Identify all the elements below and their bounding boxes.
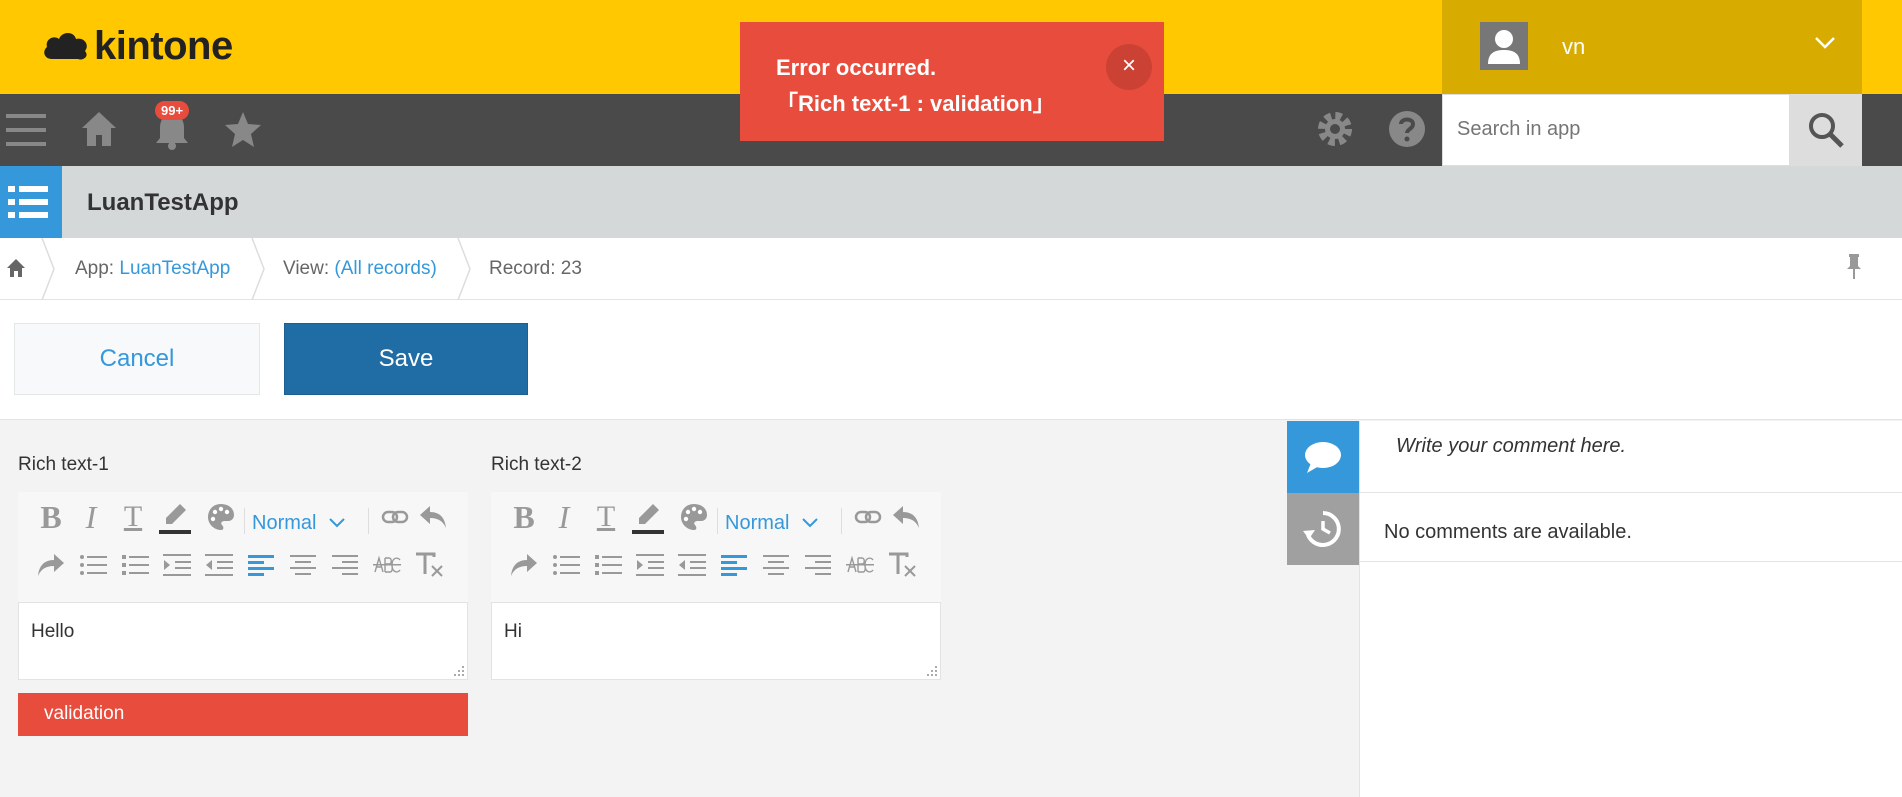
align-center-icon[interactable] bbox=[286, 548, 320, 582]
bold-icon[interactable]: B bbox=[34, 499, 68, 535]
resize-handle-icon[interactable] bbox=[926, 665, 938, 677]
undo-icon[interactable] bbox=[416, 500, 450, 534]
outdent-icon[interactable] bbox=[202, 548, 236, 582]
divider bbox=[1360, 561, 1902, 562]
undo-icon[interactable] bbox=[889, 500, 923, 534]
outdent-icon[interactable] bbox=[675, 548, 709, 582]
chevron-down-icon bbox=[802, 518, 818, 528]
resize-handle-icon[interactable] bbox=[453, 665, 465, 677]
notification-badge: 99+ bbox=[155, 101, 190, 120]
rich-text-2-value: Hi bbox=[504, 621, 522, 642]
bold-icon[interactable]: B bbox=[507, 499, 541, 535]
pin-icon[interactable] bbox=[1846, 254, 1862, 280]
breadcrumb-view: View: (All records) bbox=[283, 258, 437, 279]
comment-input[interactable]: Write your comment here. bbox=[1360, 421, 1902, 493]
chevron-down-icon bbox=[329, 518, 345, 528]
error-notification: Error occurred. 「Rich text-1 : validatio… bbox=[740, 22, 1164, 141]
numbered-list-icon[interactable] bbox=[591, 548, 625, 582]
redo-icon[interactable] bbox=[34, 548, 68, 582]
breadcrumb-home-icon[interactable] bbox=[6, 258, 26, 278]
strikethrough-icon[interactable] bbox=[370, 548, 404, 582]
history-icon bbox=[1303, 511, 1341, 547]
breadcrumb-view-link[interactable]: (All records) bbox=[334, 258, 436, 279]
align-left-icon[interactable] bbox=[717, 548, 751, 582]
search-icon bbox=[1809, 113, 1844, 148]
align-right-icon[interactable] bbox=[328, 548, 362, 582]
align-center-icon[interactable] bbox=[759, 548, 793, 582]
strikethrough-icon[interactable] bbox=[843, 548, 877, 582]
underline-icon[interactable]: T bbox=[589, 500, 623, 534]
breadcrumb-app-link[interactable]: LuanTestApp bbox=[119, 258, 230, 279]
save-button[interactable]: Save bbox=[284, 323, 528, 395]
redo-icon[interactable] bbox=[507, 548, 541, 582]
help-icon[interactable] bbox=[1388, 110, 1426, 148]
comments-panel: Write your comment here. No comments are… bbox=[1359, 421, 1902, 797]
field-label-rich-text-1: Rich text-1 bbox=[18, 454, 109, 475]
cancel-button[interactable]: Cancel bbox=[14, 323, 260, 395]
app-title: LuanTestApp bbox=[87, 189, 239, 216]
rich-text-1-value: Hello bbox=[31, 621, 75, 642]
comment-icon bbox=[1305, 442, 1341, 473]
rich-text-1-editor[interactable]: Hello bbox=[18, 602, 468, 680]
logo-text: kintone bbox=[94, 24, 233, 68]
format-dropdown[interactable]: Normal bbox=[725, 512, 819, 535]
rich-text-1-toolbar: B I T Normal bbox=[18, 492, 468, 602]
breadcrumb-app: App: LuanTestApp bbox=[75, 258, 231, 279]
kintone-logo[interactable]: kintone bbox=[42, 24, 233, 69]
numbered-list-icon[interactable] bbox=[118, 548, 152, 582]
username: vn bbox=[1562, 34, 1586, 59]
breadcrumb-separator bbox=[457, 238, 471, 300]
bullet-list-icon[interactable] bbox=[76, 548, 110, 582]
search-box[interactable] bbox=[1442, 94, 1790, 166]
indent-icon[interactable] bbox=[160, 548, 194, 582]
cloud-logo-icon bbox=[44, 32, 87, 60]
italic-icon[interactable]: I bbox=[74, 499, 108, 535]
app-list-icon[interactable] bbox=[0, 166, 62, 238]
format-dropdown[interactable]: Normal bbox=[252, 512, 346, 535]
action-bar: Cancel Save bbox=[0, 300, 1902, 420]
home-icon[interactable] bbox=[80, 110, 118, 148]
user-menu[interactable]: vn bbox=[1442, 0, 1862, 94]
align-right-icon[interactable] bbox=[801, 548, 835, 582]
search-input[interactable] bbox=[1457, 118, 1757, 141]
no-comments-text: No comments are available. bbox=[1384, 521, 1632, 543]
rich-text-2-editor[interactable]: Hi bbox=[491, 602, 941, 680]
error-message: Error occurred. 「Rich text-1 : validatio… bbox=[776, 50, 1055, 122]
link-icon[interactable] bbox=[851, 500, 885, 534]
background-color-icon[interactable] bbox=[677, 500, 711, 534]
clear-format-icon[interactable] bbox=[885, 548, 919, 582]
error-title: Error occurred. bbox=[776, 55, 937, 80]
bullet-list-icon[interactable] bbox=[549, 548, 583, 582]
clear-format-icon[interactable] bbox=[412, 548, 446, 582]
align-left-icon[interactable] bbox=[244, 548, 278, 582]
text-color-icon[interactable] bbox=[631, 500, 665, 534]
field-label-rich-text-2: Rich text-2 bbox=[491, 454, 582, 475]
comments-tab[interactable] bbox=[1287, 421, 1359, 493]
field-error-message: validation bbox=[18, 693, 468, 736]
search-button[interactable] bbox=[1790, 94, 1862, 166]
breadcrumb-separator bbox=[251, 238, 265, 300]
underline-icon[interactable]: T bbox=[116, 500, 150, 534]
app-header bbox=[0, 166, 1902, 238]
indent-icon[interactable] bbox=[633, 548, 667, 582]
italic-icon[interactable]: I bbox=[547, 499, 581, 535]
text-color-icon[interactable] bbox=[158, 500, 192, 534]
background-color-icon[interactable] bbox=[204, 500, 238, 534]
star-icon[interactable] bbox=[224, 110, 262, 148]
history-tab[interactable] bbox=[1287, 493, 1359, 565]
menu-icon[interactable] bbox=[6, 112, 46, 148]
breadcrumb-record: Record: 23 bbox=[489, 258, 582, 279]
error-detail: 「Rich text-1 : validation」 bbox=[776, 91, 1055, 116]
close-icon[interactable]: × bbox=[1106, 44, 1152, 90]
chevron-down-icon bbox=[1815, 37, 1835, 49]
rich-text-2-toolbar: B I T Normal bbox=[491, 492, 941, 602]
breadcrumb-separator bbox=[41, 238, 55, 300]
gear-icon[interactable] bbox=[1316, 110, 1354, 148]
link-icon[interactable] bbox=[378, 500, 412, 534]
user-avatar-icon bbox=[1480, 22, 1528, 70]
breadcrumb: App: LuanTestApp View: (All records) Rec… bbox=[0, 238, 1902, 300]
